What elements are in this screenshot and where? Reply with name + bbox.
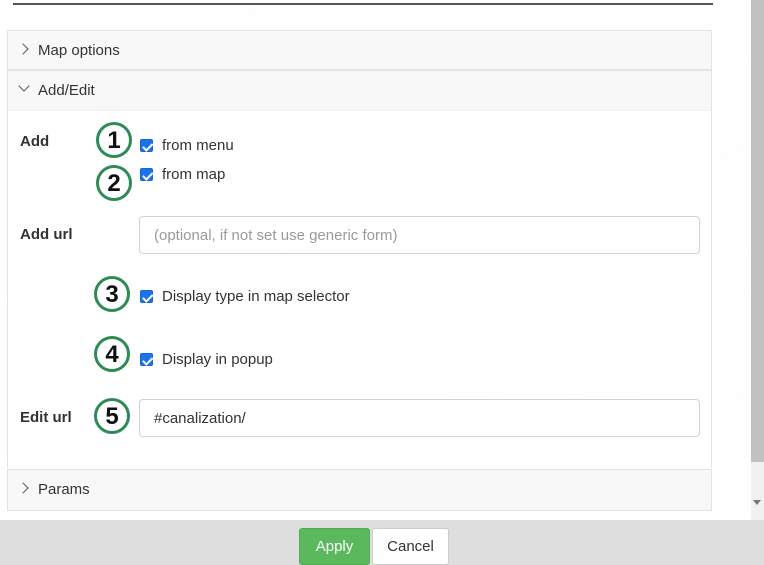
- section-add-edit[interactable]: Add/Edit: [7, 70, 712, 111]
- scrollbar-thumb[interactable]: [751, 0, 764, 462]
- from-menu-checkbox[interactable]: [140, 139, 153, 152]
- section-map-options[interactable]: Map options: [7, 30, 712, 70]
- from-menu-label: from menu: [162, 137, 234, 154]
- add-url-label: Add url: [20, 226, 73, 243]
- add-label: Add: [20, 133, 50, 150]
- apply-button[interactable]: Apply: [299, 528, 370, 565]
- marker-1: 1: [96, 122, 132, 158]
- display-type-checkbox[interactable]: [140, 290, 153, 303]
- section-params[interactable]: Params: [7, 469, 712, 511]
- section-map-options-label: Map options: [38, 42, 120, 59]
- marker-3: 3: [94, 276, 130, 312]
- add-url-input[interactable]: [139, 216, 700, 254]
- display-popup-label: Display in popup: [162, 351, 273, 368]
- edit-url-input[interactable]: [139, 399, 700, 437]
- display-type-label: Display type in map selector: [162, 288, 350, 305]
- section-add-edit-label: Add/Edit: [38, 82, 95, 99]
- scroll-down-arrow-icon[interactable]: [753, 500, 761, 505]
- from-map-checkbox[interactable]: [140, 168, 153, 181]
- chevron-right-icon: [17, 43, 29, 55]
- edit-url-label: Edit url: [20, 409, 72, 426]
- chevron-right-icon: [17, 482, 29, 494]
- marker-2: 2: [96, 165, 132, 201]
- cancel-button[interactable]: Cancel: [372, 528, 449, 565]
- section-params-label: Params: [38, 481, 90, 498]
- display-popup-checkbox[interactable]: [140, 353, 153, 366]
- marker-4: 4: [94, 336, 130, 372]
- chevron-down-icon: [18, 80, 30, 92]
- marker-5: 5: [94, 398, 130, 434]
- panel-top-divider: [13, 3, 713, 5]
- from-map-label: from map: [162, 166, 226, 183]
